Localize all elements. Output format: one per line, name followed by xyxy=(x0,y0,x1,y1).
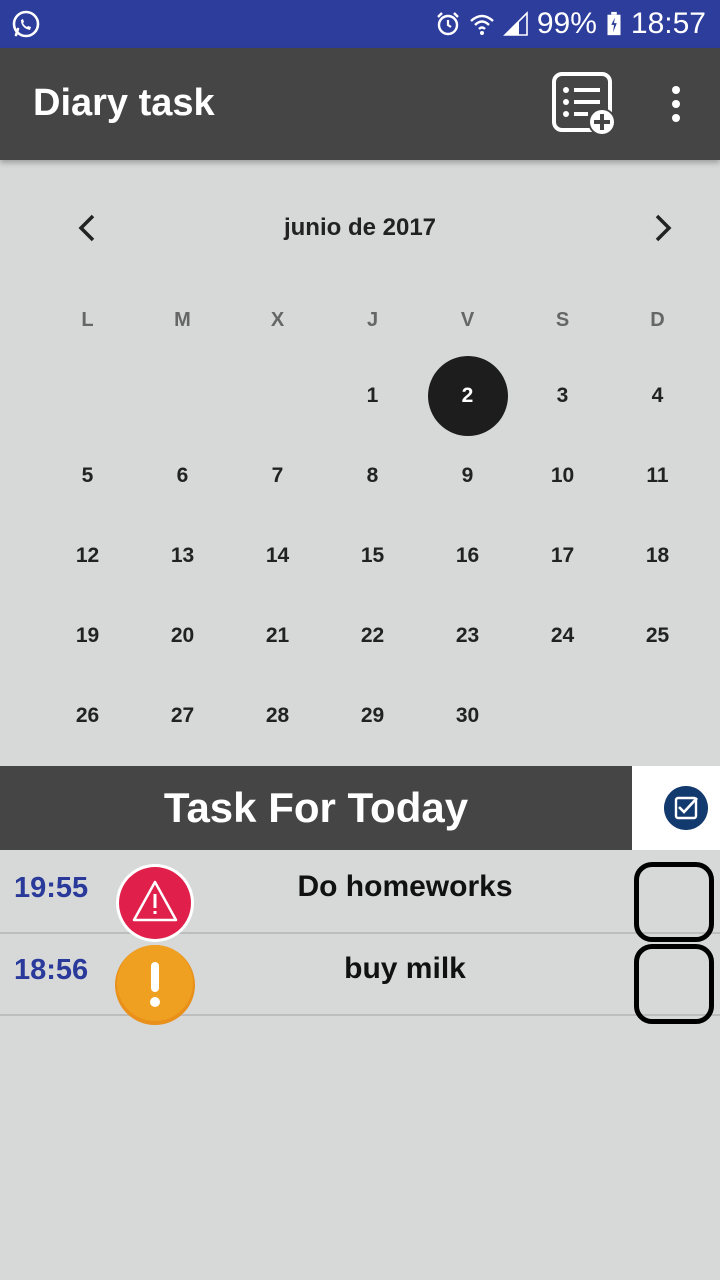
calendar-day[interactable]: 14 xyxy=(230,544,325,568)
calendar-week: 5 6 7 8 9 10 11 xyxy=(40,436,705,516)
calendar-day[interactable]: 16 xyxy=(420,544,515,568)
calendar-day[interactable]: 1 xyxy=(325,384,420,408)
calendar-day[interactable]: 29 xyxy=(325,704,420,728)
exclamation-icon xyxy=(115,945,195,1025)
status-bar: 99% 18:57 xyxy=(0,0,720,48)
calendar-day[interactable]: 11 xyxy=(610,464,705,488)
app-title: Diary task xyxy=(33,82,215,124)
calendar-day[interactable]: 17 xyxy=(515,544,610,568)
task-time: 18:56 xyxy=(14,954,89,986)
calendar-day[interactable]: 7 xyxy=(230,464,325,488)
calendar-day[interactable]: 30 xyxy=(420,704,515,728)
task-row[interactable]: 18:56 buy milk xyxy=(0,934,720,1025)
calendar-day[interactable]: 24 xyxy=(515,624,610,648)
calendar-week: 12 13 14 15 16 17 18 xyxy=(40,516,705,596)
calendar-day[interactable]: 28 xyxy=(230,704,325,728)
calendar-week: 1 2 3 4 xyxy=(40,356,705,436)
calendar-day[interactable]: 27 xyxy=(135,704,230,728)
whatsapp-icon xyxy=(12,10,40,38)
calendar-day[interactable]: 22 xyxy=(325,624,420,648)
app-bar: Diary task xyxy=(0,48,720,160)
weekday-label: S xyxy=(555,308,570,331)
battery-percent: 99% xyxy=(536,7,597,40)
calendar-day[interactable]: 19 xyxy=(40,624,135,648)
task-checkbox[interactable] xyxy=(634,944,714,1024)
signal-icon xyxy=(502,11,528,36)
weekday-label: V xyxy=(460,308,475,331)
calendar-day[interactable]: 20 xyxy=(135,624,230,648)
calendar: junio de 2017 L M X J V S D 1 2 3 4 5 6 … xyxy=(0,160,720,766)
weekday-label: J xyxy=(366,308,379,331)
weekday-label: D xyxy=(650,308,665,331)
battery-charging-icon xyxy=(607,11,621,36)
calendar-day[interactable]: 9 xyxy=(420,464,515,488)
weekday-header: L M X J V S D xyxy=(40,290,705,350)
checklist-button[interactable] xyxy=(632,766,720,850)
calendar-day[interactable]: 15 xyxy=(325,544,420,568)
calendar-month-label: junio de 2017 xyxy=(283,214,437,241)
task-title: Do homeworks xyxy=(297,870,513,903)
weekday-label: L xyxy=(81,308,94,331)
calendar-day[interactable]: 6 xyxy=(135,464,230,488)
weekday-label: X xyxy=(270,308,285,331)
tasks-section-title: Task For Today xyxy=(0,766,632,850)
add-task-icon[interactable] xyxy=(548,68,620,140)
wifi-icon xyxy=(470,14,494,35)
calendar-day[interactable]: 4 xyxy=(610,384,705,408)
task-row[interactable]: 19:55 Do homeworks xyxy=(0,852,720,942)
calendar-day[interactable]: 25 xyxy=(610,624,705,648)
chevron-right-icon[interactable] xyxy=(642,208,682,248)
weekday-label: M xyxy=(174,308,191,331)
task-title: buy milk xyxy=(344,952,466,985)
calendar-day[interactable]: 10 xyxy=(515,464,610,488)
calendar-day[interactable]: 18 xyxy=(610,544,705,568)
calendar-day[interactable]: 23 xyxy=(420,624,515,648)
checklist-icon xyxy=(664,786,708,830)
calendar-day[interactable]: 26 xyxy=(40,704,135,728)
alarm-icon xyxy=(437,12,459,36)
calendar-day[interactable]: 8 xyxy=(325,464,420,488)
calendar-day[interactable]: 21 xyxy=(230,624,325,648)
calendar-week: 26 27 28 29 30 xyxy=(40,676,705,756)
calendar-day-number: 2 xyxy=(461,384,474,407)
calendar-day[interactable]: 3 xyxy=(515,384,610,408)
calendar-week: 19 20 21 22 23 24 25 xyxy=(40,596,705,676)
clock: 18:57 xyxy=(630,7,706,40)
calendar-day-selected[interactable]: 2 xyxy=(420,356,515,436)
calendar-day[interactable]: 13 xyxy=(135,544,230,568)
task-time: 19:55 xyxy=(14,872,89,904)
calendar-day[interactable]: 5 xyxy=(40,464,135,488)
task-checkbox[interactable] xyxy=(634,862,714,942)
overflow-menu-icon[interactable] xyxy=(660,82,692,126)
calendar-days: 1 2 3 4 5 6 7 8 9 10 11 12 13 14 15 16 1… xyxy=(40,356,705,756)
warning-triangle-icon xyxy=(116,864,194,942)
calendar-day[interactable]: 12 xyxy=(40,544,135,568)
